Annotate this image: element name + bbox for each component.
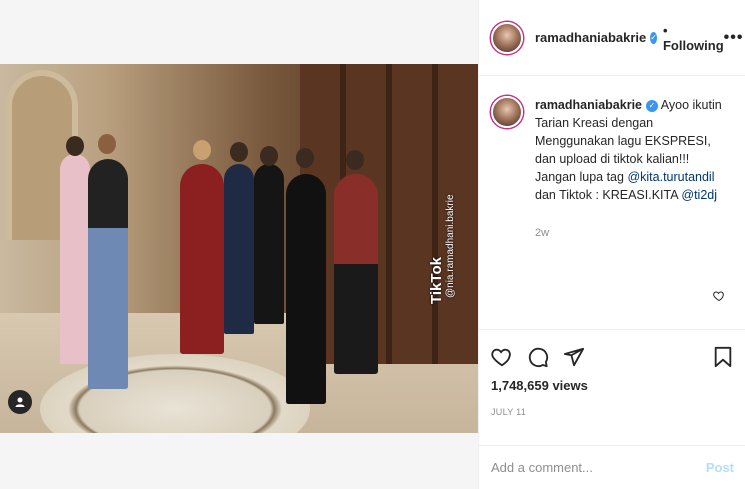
caption-time: 2w	[535, 227, 550, 239]
dancer-5-head	[260, 146, 278, 166]
dancer-1	[60, 154, 90, 364]
dancer-5	[254, 164, 284, 324]
separator-dot: •	[662, 22, 668, 38]
caption-like-icon[interactable]	[713, 290, 725, 302]
comment-bubble-icon[interactable]	[527, 346, 549, 368]
follow-status[interactable]: • Following	[663, 23, 724, 53]
post-date[interactable]: JULY 11	[479, 407, 745, 417]
dancer-7	[334, 174, 378, 374]
caption-avatar[interactable]	[491, 96, 523, 128]
mention-link-1[interactable]: @kita.turutandil	[627, 170, 714, 184]
dancer-7-head	[346, 150, 364, 170]
tiktok-brand: TikTok	[428, 257, 445, 304]
tiktok-watermark: TikTok @nia.ramadhani.bakrie	[428, 74, 468, 304]
caption-verified-badge-icon: ✓	[646, 99, 658, 112]
like-heart-icon[interactable]	[491, 346, 513, 368]
caption: ramadhaniabakrie ✓ Ayoo ikutin Tarian Kre…	[479, 76, 745, 330]
header-username[interactable]: ramadhaniabakrie	[535, 30, 646, 45]
more-options-icon[interactable]: •••	[724, 29, 744, 47]
video-player[interactable]: TikTok @nia.ramadhani.bakrie	[0, 64, 478, 433]
verified-badge-icon: ✓	[650, 31, 657, 44]
post-header: ramadhaniabakrie ✓ • Following •••	[479, 0, 745, 76]
comment-input[interactable]	[491, 460, 706, 475]
action-bar	[479, 330, 745, 374]
share-paper-plane-icon[interactable]	[563, 346, 585, 368]
tiktok-handle: @nia.ramadhani.bakrie	[445, 194, 456, 298]
tagged-users-button[interactable]	[8, 390, 32, 414]
dancer-4-head	[230, 142, 248, 162]
view-count[interactable]: 1,748,659 views	[479, 378, 745, 393]
dancer-3-head	[193, 140, 211, 160]
avatar[interactable]	[491, 21, 523, 54]
dancer-6	[286, 174, 326, 404]
dancer-4	[224, 164, 254, 334]
post-sidebar: ramadhaniabakrie ✓ • Following ••• ramad…	[478, 0, 745, 489]
mention-link-2[interactable]: @ti2dj	[681, 188, 717, 202]
dancer-2	[88, 159, 128, 389]
dancer-3	[180, 164, 224, 354]
comment-box: Post	[479, 445, 745, 489]
caption-body: ramadhaniabakrie ✓ Ayoo ikutin Tarian Kre…	[535, 96, 733, 329]
bookmark-icon[interactable]	[713, 346, 733, 368]
follow-status-label: Following	[662, 37, 724, 53]
media-area: TikTok @nia.ramadhani.bakrie	[0, 0, 478, 489]
caption-username[interactable]: ramadhaniabakrie	[535, 98, 642, 112]
caption-text-2: dan Tiktok : KREASI.KITA	[535, 188, 678, 202]
dancer-1-head	[66, 136, 84, 156]
post-button[interactable]: Post	[706, 460, 734, 475]
dancer-2-head	[98, 134, 116, 154]
user-icon	[15, 397, 25, 407]
dancer-6-head	[296, 148, 314, 168]
